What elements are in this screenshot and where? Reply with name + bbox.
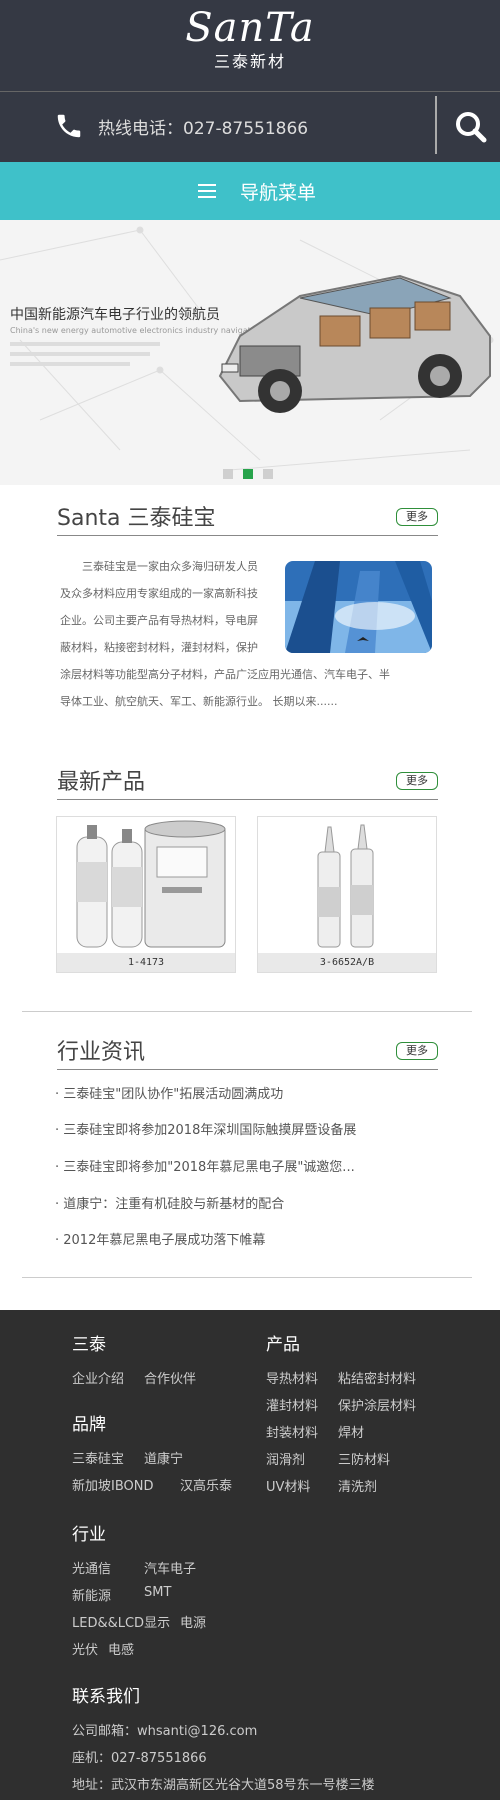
hotline-bar: 热线电话：027-87551866: [0, 92, 500, 162]
news-more-button[interactable]: 更多: [396, 1042, 438, 1060]
banner-title: 中国新能源汽车电子行业的领航员: [10, 307, 220, 323]
logo-wordmark: SanTa: [185, 5, 315, 51]
about-line: 企业。公司主要产品有导热材料，导电屏: [60, 614, 258, 627]
about-header: Santa 三泰硅宝 更多: [57, 500, 438, 536]
carousel-dots: [223, 464, 283, 483]
news-title: 行业资讯: [57, 1040, 146, 1065]
footer-link-industry[interactable]: SMT: [144, 1585, 171, 1600]
product-caption: 1-4173: [57, 953, 235, 972]
product-image: [258, 817, 436, 953]
product-image: [57, 817, 235, 953]
logo[interactable]: SanTa 三泰新材: [0, 6, 500, 72]
product-caption: 3-6652A/B: [258, 953, 436, 972]
footer-link-industry[interactable]: 新能源: [72, 1585, 111, 1604]
phone-icon: [57, 114, 81, 138]
about-more-button[interactable]: 更多: [396, 508, 438, 526]
footer-product-title: 产品: [266, 1335, 300, 1355]
footer-brand-title: 品牌: [72, 1415, 106, 1435]
footer-link-industry[interactable]: 电感: [108, 1639, 134, 1658]
about-title: Santa 三泰硅宝: [57, 506, 216, 531]
news-item[interactable]: · 道康宁：注重有机硅胶与新基材的配合: [55, 1193, 284, 1212]
footer-link-brand[interactable]: 三泰硅宝: [72, 1448, 124, 1467]
footer-link-product[interactable]: 粘结密封材料: [338, 1368, 416, 1387]
footer-link-product[interactable]: 保护涂层材料: [338, 1395, 416, 1414]
footer-address: 地址：武汉市东湖高新区光谷大道58号东一号楼三楼: [72, 1778, 375, 1793]
footer-link-partners[interactable]: 合作伙伴: [144, 1368, 196, 1387]
footer-company-title: 三泰: [72, 1335, 106, 1355]
nav-menu-button[interactable]: 导航菜单: [0, 162, 500, 220]
car-cutaway-image: [218, 274, 491, 413]
hotline-divider: [435, 96, 437, 154]
footer-link-industry[interactable]: 汽车电子: [144, 1558, 196, 1577]
footer-link-product[interactable]: 清洗剂: [338, 1476, 377, 1495]
footer-link-product[interactable]: 三防材料: [338, 1449, 390, 1468]
product-card[interactable]: 3-6652A/B: [257, 816, 437, 973]
news-item[interactable]: · 三泰硅宝"团队协作"拓展活动圆满成功: [55, 1083, 283, 1102]
footer-link-product[interactable]: 导热材料: [266, 1368, 318, 1387]
footer-link-industry[interactable]: LED&&LCD显示: [72, 1612, 170, 1631]
footer-phone[interactable]: 座机：027-87551866: [72, 1747, 207, 1766]
footer-email[interactable]: 公司邮箱：whsanti@126.com: [72, 1720, 257, 1739]
about-line: 导体工业、航空航天、军工、新能源行业。 长期以来......: [60, 695, 338, 708]
products-header: 最新产品 更多: [57, 764, 438, 800]
carousel-dot[interactable]: [263, 469, 273, 479]
footer-link-product[interactable]: 润滑剂: [266, 1449, 305, 1468]
footer-link-industry[interactable]: 光通信: [72, 1558, 111, 1577]
footer-contact-title: 联系我们: [72, 1687, 140, 1707]
section-divider: [22, 1277, 472, 1278]
footer-link-product[interactable]: UV材料: [266, 1476, 310, 1495]
products-more-button[interactable]: 更多: [396, 772, 438, 790]
footer-link-brand[interactable]: 新加坡IBOND: [72, 1475, 154, 1494]
building-image: [285, 561, 432, 653]
carousel-dot-active[interactable]: [243, 469, 253, 479]
about-line: 涂层材料等功能型高分子材料，产品广泛应用光通信、汽车电子、半: [60, 668, 390, 681]
footer-link-industry[interactable]: 电源: [180, 1612, 206, 1631]
footer-link-brand[interactable]: 道康宁: [144, 1448, 183, 1467]
news-item[interactable]: · 2012年慕尼黑电子展成功落下帷幕: [55, 1229, 265, 1248]
about-line: 及众多材料应用专家组成的一家高新科技: [60, 587, 258, 600]
search-icon[interactable]: [442, 98, 500, 156]
news-item[interactable]: · 三泰硅宝即将参加"2018年慕尼黑电子展"诚邀您...: [55, 1156, 355, 1175]
footer-link-product[interactable]: 焊材: [338, 1422, 364, 1441]
footer-link-about[interactable]: 企业介绍: [72, 1368, 124, 1387]
product-card[interactable]: 1-4173: [56, 816, 236, 973]
news-header: 行业资讯 更多: [57, 1034, 438, 1070]
logo-subtitle: 三泰新材: [213, 52, 286, 71]
footer-link-industry[interactable]: 光伏: [72, 1639, 98, 1658]
site-header: SanTa 三泰新材: [0, 0, 500, 92]
footer-link-product[interactable]: 封装材料: [266, 1422, 318, 1441]
footer-link-brand[interactable]: 汉高乐泰: [180, 1475, 232, 1494]
news-item[interactable]: · 三泰硅宝即将参加2018年深圳国际触摸屏暨设备展: [55, 1119, 356, 1138]
site-footer: 三泰 企业介绍 合作伙伴 品牌 三泰硅宝 道康宁 新加坡IBOND 汉高乐泰 产…: [0, 1310, 500, 1800]
about-line: 三泰硅宝是一家由众多海归研发人员: [82, 560, 258, 573]
section-divider: [22, 1011, 472, 1012]
about-line: 蔽材料，粘接密封材料，灌封材料，保护: [60, 641, 258, 654]
products-title: 最新产品: [57, 770, 146, 795]
nav-menu-label: 导航菜单: [240, 182, 317, 204]
carousel-dot[interactable]: [223, 469, 233, 479]
footer-industry-title: 行业: [72, 1525, 106, 1545]
banner-description: [10, 342, 180, 366]
footer-link-product[interactable]: 灌封材料: [266, 1395, 318, 1414]
hero-banner[interactable]: 中国新能源汽车电子行业的领航员 China's new energy autom…: [0, 220, 500, 485]
hamburger-icon: [198, 184, 216, 198]
hotline-number[interactable]: 热线电话：027-87551866: [98, 114, 308, 139]
